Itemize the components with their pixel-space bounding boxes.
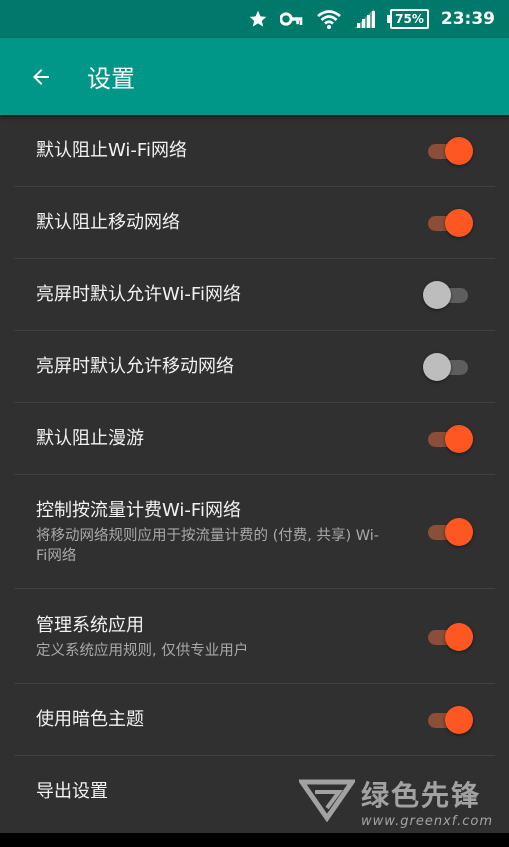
key-icon (280, 9, 304, 29)
signal-icon (354, 9, 376, 29)
star-icon (248, 9, 268, 29)
toggle-switch[interactable] (423, 353, 469, 381)
watermark-name: 绿色先锋 (361, 779, 482, 812)
switch-thumb (445, 209, 473, 237)
setting-metered-wifi[interactable]: 控制按流量计费Wi-Fi网络 将移动网络规则应用于按流量计费的 (付费, 共享)… (0, 475, 509, 589)
setting-block-roaming[interactable]: 默认阻止漫游 (0, 403, 509, 475)
toggle-switch[interactable] (425, 425, 473, 453)
wifi-icon (316, 9, 342, 29)
toggle-switch[interactable] (425, 518, 473, 546)
toggle-switch[interactable] (425, 209, 473, 237)
navigation-bar (0, 833, 509, 847)
setting-allow-mobile-screen-on[interactable]: 亮屏时默认允许移动网络 (0, 331, 509, 403)
clock: 23:39 (440, 9, 495, 29)
switch-thumb (445, 622, 473, 651)
toggle-switch[interactable] (425, 137, 473, 165)
switch-thumb (423, 353, 451, 381)
setting-allow-wifi-screen-on[interactable]: 亮屏时默认允许Wi-Fi网络 (0, 259, 509, 331)
switch-thumb (445, 518, 473, 546)
setting-block-mobile-default[interactable]: 默认阻止移动网络 (0, 187, 509, 259)
setting-block-wifi-default[interactable]: 默认阻止Wi-Fi网络 (0, 115, 509, 187)
setting-dark-theme[interactable]: 使用暗色主题 (0, 684, 509, 756)
switch-thumb (445, 137, 473, 165)
toggle-switch[interactable] (425, 622, 473, 651)
greenxf-logo-icon (297, 778, 357, 826)
settings-list: 默认阻止Wi-Fi网络 默认阻止移动网络 亮屏时默认允许Wi-Fi网络 亮屏时默… (0, 115, 509, 828)
switch-thumb (445, 706, 473, 734)
phone-screen: 75% 23:39 设置 默认阻止Wi-Fi网络 默认阻止移动网络 亮屏时默认允… (0, 0, 509, 847)
setting-subtitle: 定义系统应用规则, 仅供专业用户 (36, 642, 249, 659)
watermark: 绿色先锋 www.greenxf.com (297, 774, 493, 829)
app-bar: 设置 (0, 38, 509, 115)
watermark-url: www.greenxf.com (361, 814, 493, 829)
page-title: 设置 (87, 65, 135, 93)
switch-thumb (445, 425, 473, 453)
watermark-text: 绿色先锋 www.greenxf.com (361, 774, 493, 829)
setting-manage-system-apps[interactable]: 管理系统应用 定义系统应用规则, 仅供专业用户 (0, 589, 509, 684)
battery-icon: 75% (387, 9, 429, 29)
battery-level: 75% (395, 12, 424, 26)
arrow-back-icon[interactable] (29, 65, 53, 89)
toggle-switch[interactable] (423, 281, 469, 309)
switch-thumb (423, 281, 451, 309)
toggle-switch[interactable] (425, 706, 473, 734)
status-bar: 75% 23:39 (0, 0, 509, 38)
setting-subtitle: 将移动网络规则应用于按流量计费的 (付费, 共享) Wi-Fi网络 (36, 528, 380, 564)
